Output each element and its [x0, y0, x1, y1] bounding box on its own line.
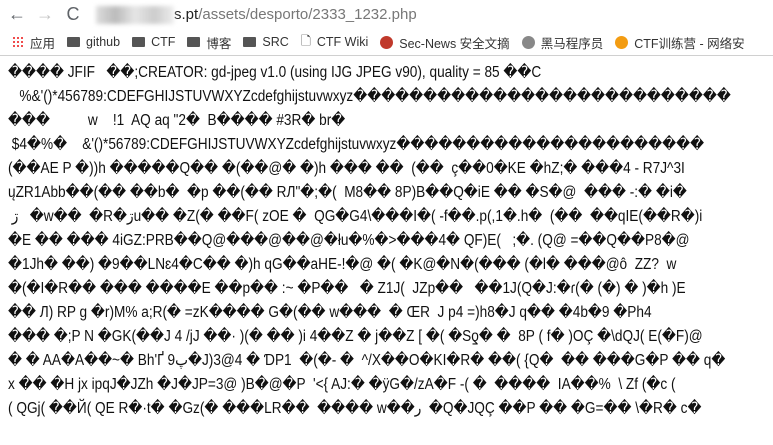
back-button[interactable]: ←	[6, 4, 28, 25]
bookmark-item[interactable]: CTF训练营 - 网络安	[615, 33, 745, 52]
bookmark-label: 黑马程序员	[540, 36, 604, 51]
folder-icon	[67, 37, 81, 47]
bookmark-item[interactable]: Sec-News 安全文摘	[380, 33, 510, 52]
content-line: ڗ �w�� �R�ڗu�� �Z(� ��F( zOE � QG�G4\���…	[8, 208, 703, 225]
content-line: ��� �;P N �GK(��J 4 /jJ ��· )(� �� )i 4�…	[8, 328, 703, 345]
content-line: x �� �H jx ipqJ�JZh �J�JP=3@ )B�@�P '<{ …	[8, 376, 676, 393]
content-line: �E �� ��� 4iGZ:PRB��Q@���@��@�łu�%�>���4…	[8, 232, 690, 249]
folder-icon	[187, 37, 201, 47]
bookmark-item[interactable]: CTF	[132, 35, 175, 49]
browser-toolbar: ← → C s.pt /assets/desporto/2333_1232.ph…	[0, 0, 773, 29]
content-line: �1Jh� ��) �9��LNɛ4�C�� �)h qG��aHE-!�@ �…	[8, 256, 677, 273]
bookmark-item[interactable]: SRC	[243, 35, 289, 49]
apps-grid-icon	[12, 36, 24, 48]
reload-button[interactable]: C	[62, 4, 84, 25]
content-line: � � AA�A��~� Bh'Ґ 9پ�J)3@4 � ƊP1 �(�- � …	[8, 352, 726, 369]
bookmark-label: SRC	[262, 35, 289, 49]
content-line: �(�I�R�� ��� ����E ��p�� :~ �P�� � Z1J( …	[8, 280, 686, 297]
content-line: ���� JFIF ��;CREATOR: gd-jpeg v1.0 (usin…	[8, 64, 542, 81]
content-line: (��AE P �))h �����Q�� �(��@� �)h ��� �� …	[8, 160, 685, 177]
folder-icon	[243, 37, 257, 47]
bookmark-item[interactable]: 应用	[12, 33, 55, 52]
site-icon	[380, 35, 394, 49]
url-path: /assets/desporto/2333_1232.php	[198, 6, 417, 23]
bookmarks-bar: 应用 github CTF 博客 SRC 🗋 CTF Wiki Sec-News 安全文摘 黑马…	[0, 29, 773, 56]
bookmark-item[interactable]: 黑马程序员	[521, 33, 604, 52]
bookmark-label: CTF	[151, 35, 176, 49]
content-line: $4�%� &'()*56789:CDEFGHIJSTUVWXYZcdefghi…	[8, 136, 705, 153]
url-host: s.pt	[174, 6, 199, 23]
address-bar[interactable]: s.pt /assets/desporto/2333_1232.php	[96, 5, 417, 24]
content-line: �� Л) RP g �r)M% a;R(� =zK���� G�(�� w��…	[8, 304, 652, 321]
bookmark-label: 博客	[206, 36, 232, 51]
bookmark-label: Sec-News 安全文摘	[399, 36, 510, 51]
bookmark-label: CTF训练营 - 网络安	[634, 36, 745, 51]
page-icon: 🗋	[300, 33, 311, 48]
bookmark-label: CTF Wiki	[316, 35, 369, 49]
bookmark-item[interactable]: 🗋 CTF Wiki	[301, 32, 368, 53]
site-icon	[521, 35, 535, 49]
bookmark-label: 应用	[30, 36, 56, 51]
content-line: %&'()*456789:CDEFGHIJSTUVWXYZcdefghijstu…	[8, 88, 731, 105]
bookmark-item[interactable]: 博客	[187, 33, 231, 52]
forward-button[interactable]: →	[34, 4, 56, 25]
content-line: ųZR1Abb��(�� ��b� �p ��(�� RЛ"�;�( M8�� …	[8, 184, 687, 201]
bookmark-item[interactable]: github	[67, 35, 120, 49]
bookmark-label: github	[86, 35, 121, 49]
content-line: ��� w !1 AQ aq "2� B���� #3R� br�	[8, 112, 346, 129]
folder-icon	[132, 37, 146, 47]
site-icon	[615, 35, 629, 49]
redacted-host	[96, 5, 174, 24]
page-content: ���� JFIF ��;CREATOR: gd-jpeg v1.0 (usin…	[0, 56, 773, 421]
content-line: ( QGj( ��Й( QE R�·t� �Gz(� ���LR�� ���� …	[8, 400, 702, 417]
